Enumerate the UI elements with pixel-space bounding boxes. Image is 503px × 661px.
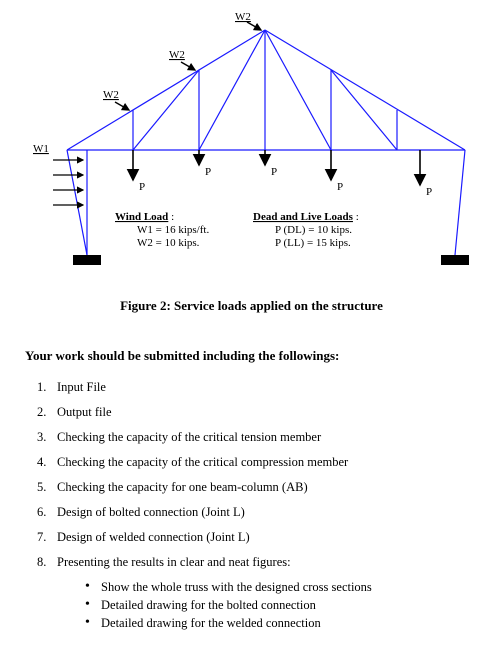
list-item: Presenting the results in clear and neat… — [37, 555, 478, 631]
list-item: Design of bolted connection (Joint L) — [37, 505, 478, 520]
list-item: Design of welded connection (Joint L) — [37, 530, 478, 545]
label-W1: W1 — [33, 143, 49, 155]
list-item: Checking the capacity of the critical te… — [37, 430, 478, 445]
dl-value: P (DL) = 10 kips. — [275, 224, 352, 236]
instructions-heading: Your work should be submitted including … — [25, 348, 478, 364]
dl-ll-title: Dead and Live Loads : — [253, 211, 359, 223]
list-item: Output file — [37, 405, 478, 420]
wind-load-w1: W1 = 16 kips/ft. — [137, 224, 209, 236]
list-item-text: Presenting the results in clear and neat… — [57, 555, 291, 569]
label-W2c: W2 — [235, 11, 251, 23]
sub-list: Show the whole truss with the designed c… — [57, 580, 478, 631]
label-P2: P — [205, 166, 211, 178]
label-P1: P — [139, 181, 145, 193]
sub-list-item: Detailed drawing for the welded connecti… — [85, 616, 478, 631]
label-W2a: W2 — [103, 89, 119, 101]
label-P3: P — [271, 166, 277, 178]
ll-value: P (LL) = 15 kips. — [275, 237, 351, 249]
wind-load-w2: W2 = 10 kips. — [137, 237, 200, 249]
list-item: Checking the capacity of the critical co… — [37, 455, 478, 470]
sub-list-item: Detailed drawing for the bolted connecti… — [85, 598, 478, 613]
list-item: Checking the capacity for one beam-colum… — [37, 480, 478, 495]
truss-figure: P P P P P W1 W2 W2 W2 Wind Load : W1 = 1… — [25, 10, 478, 314]
label-W2b: W2 — [169, 49, 185, 61]
list-item: Input File — [37, 380, 478, 395]
label-P4: P — [337, 181, 343, 193]
truss-diagram: P P P P P W1 W2 W2 W2 Wind Load : W1 = 1… — [25, 10, 480, 270]
instructions-list: Input File Output file Checking the capa… — [25, 380, 478, 631]
figure-caption: Figure 2: Service loads applied on the s… — [25, 298, 478, 314]
sub-list-item: Show the whole truss with the designed c… — [85, 580, 478, 595]
wind-load-title: Wind Load : — [115, 211, 174, 223]
label-P5: P — [426, 186, 432, 198]
